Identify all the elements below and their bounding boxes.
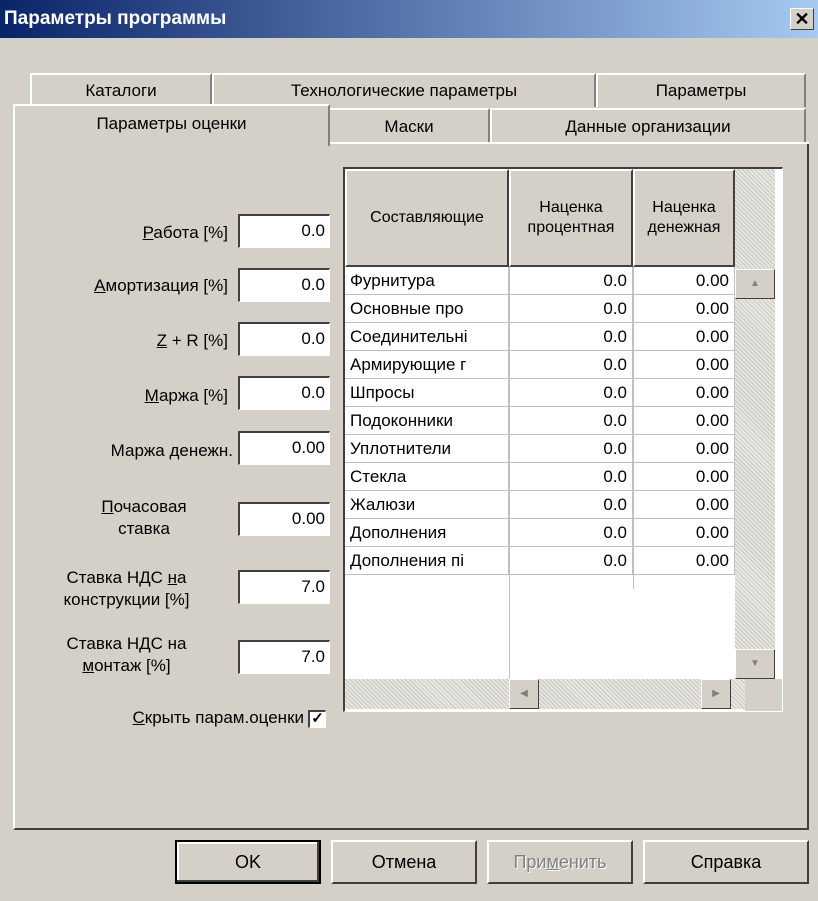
pochas-label: Почасовая ставка xyxy=(101,497,187,538)
hide-params-label: Скрыть парам.оценки xyxy=(132,708,304,727)
zr-label: Z + R [%] xyxy=(156,331,228,350)
rabota-input[interactable]: 0.0 xyxy=(238,214,330,248)
cell-component[interactable]: Уплотнители xyxy=(345,435,509,462)
tab-org-data[interactable]: Данные организации xyxy=(490,108,806,144)
tab-label: Параметры xyxy=(655,81,747,100)
col-header-money[interactable]: Наценка денежная xyxy=(633,169,735,267)
cell-money[interactable]: 0.00 xyxy=(633,351,735,378)
table-body: Фурнитура 0.0 0.00 Основные про 0.0 0.00 Соеди… xyxy=(345,267,735,575)
cell-percent[interactable]: 0.0 xyxy=(509,435,633,462)
tab-katalogi[interactable]: Каталоги xyxy=(30,73,212,107)
panel-top-border-right xyxy=(328,142,809,144)
close-button[interactable]: ✕ xyxy=(790,8,814,30)
cell-money[interactable]: 0.00 xyxy=(633,519,735,546)
table-row[interactable]: Жалюзи 0.0 0.00 xyxy=(345,491,735,519)
scroll-left-icon[interactable]: ◀ xyxy=(509,679,539,709)
help-button[interactable]: Справка xyxy=(643,840,809,884)
cell-percent[interactable]: 0.0 xyxy=(509,267,633,294)
cell-percent[interactable]: 0.0 xyxy=(509,295,633,322)
tab-label: Параметры оценки xyxy=(96,114,247,133)
cell-component[interactable]: Подоконники xyxy=(345,407,509,434)
marzha-input[interactable]: 0.0 xyxy=(238,376,330,410)
cell-percent[interactable]: 0.0 xyxy=(509,351,633,378)
table-row[interactable]: Шпросы 0.0 0.00 xyxy=(345,379,735,407)
col-header-percent[interactable]: Наценка процентная xyxy=(509,169,633,267)
table-row[interactable]: Стекла 0.0 0.00 xyxy=(345,463,735,491)
marzha-den-label: Маржа денежн. xyxy=(110,441,233,460)
marzha-label: Маржа [%] xyxy=(144,386,228,405)
cell-money[interactable]: 0.00 xyxy=(633,323,735,350)
cell-percent[interactable]: 0.0 xyxy=(509,519,633,546)
tab-tech-params[interactable]: Технологические параметры xyxy=(212,73,596,107)
scroll-down-icon[interactable]: ▼ xyxy=(735,649,775,679)
cell-money[interactable]: 0.00 xyxy=(633,407,735,434)
cell-component[interactable]: Фурнитура xyxy=(345,267,509,294)
tab-masks[interactable]: Маски xyxy=(328,108,490,144)
table-row[interactable]: Фурнитура 0.0 0.00 xyxy=(345,267,735,295)
cell-money[interactable]: 0.00 xyxy=(633,379,735,406)
cell-component[interactable]: Дополнения пі xyxy=(345,547,509,574)
nds-montazh-input[interactable]: 7.0 xyxy=(238,640,330,674)
cell-component[interactable]: Стекла xyxy=(345,463,509,490)
scroll-corner xyxy=(745,679,782,711)
cell-component[interactable]: Жалюзи xyxy=(345,491,509,518)
nds-montazh-label: Ставка НДС на монтаж [%] xyxy=(66,634,187,675)
cell-percent[interactable]: 0.0 xyxy=(509,323,633,350)
cell-money[interactable]: 0.00 xyxy=(633,463,735,490)
horizontal-scrollbar[interactable]: ◀ ▶ xyxy=(345,679,745,709)
title-bar: Параметры программы ✕ xyxy=(0,0,818,38)
cell-money[interactable]: 0.00 xyxy=(633,547,735,574)
window-title: Параметры программы xyxy=(4,8,227,29)
table-row[interactable]: Основные про 0.0 0.00 xyxy=(345,295,735,323)
cell-component[interactable]: Дополнения xyxy=(345,519,509,546)
table-row[interactable]: Дополнения 0.0 0.00 xyxy=(345,519,735,547)
vertical-scrollbar[interactable]: ▲ ▼ xyxy=(735,169,775,689)
table-row[interactable]: Армирующие г 0.0 0.00 xyxy=(345,351,735,379)
marzha-den-input[interactable]: 0.00 xyxy=(238,431,330,465)
nds-konstr-input[interactable]: 7.0 xyxy=(238,570,330,604)
zr-input[interactable]: 0.0 xyxy=(238,322,330,356)
cell-component[interactable]: Основные про xyxy=(345,295,509,322)
amort-label: Амортизация [%] xyxy=(94,276,228,295)
cell-percent[interactable]: 0.0 xyxy=(509,491,633,518)
tab-label: Каталоги xyxy=(85,81,157,100)
tab-label: Данные организации xyxy=(565,117,731,136)
table-row[interactable]: Подоконники 0.0 0.00 xyxy=(345,407,735,435)
apply-button[interactable]: Применить xyxy=(487,840,633,884)
cell-component[interactable]: Соединительні xyxy=(345,323,509,350)
table-row[interactable]: Уплотнители 0.0 0.00 xyxy=(345,435,735,463)
cell-component[interactable]: Шпросы xyxy=(345,379,509,406)
markup-table: Составляющие Наценка процентная Наценка … xyxy=(343,167,783,712)
tab-label: Маски xyxy=(384,117,434,136)
scroll-right-icon[interactable]: ▶ xyxy=(701,679,731,709)
nds-konstr-label: Ставка НДС на конструкции [%] xyxy=(63,568,190,609)
pochas-input[interactable]: 0.00 xyxy=(238,502,330,536)
rabota-label: Работа [%] xyxy=(142,223,228,242)
cell-money[interactable]: 0.00 xyxy=(633,435,735,462)
col-header-components[interactable]: Составляющие xyxy=(345,169,509,267)
cell-percent[interactable]: 0.0 xyxy=(509,547,633,574)
table-row[interactable]: Соединительні 0.0 0.00 xyxy=(345,323,735,351)
cell-percent[interactable]: 0.0 xyxy=(509,463,633,490)
cell-component[interactable]: Армирующие г xyxy=(345,351,509,378)
cell-money[interactable]: 0.00 xyxy=(633,491,735,518)
tab-estimate-params[interactable]: Параметры оценки xyxy=(13,104,330,146)
ok-button[interactable]: OK xyxy=(175,840,321,884)
scroll-up-icon[interactable]: ▲ xyxy=(735,269,775,299)
cell-percent[interactable]: 0.0 xyxy=(509,379,633,406)
tab-params[interactable]: Параметры xyxy=(596,73,806,107)
cell-percent[interactable]: 0.0 xyxy=(509,407,633,434)
cancel-button[interactable]: Отмена xyxy=(331,840,477,884)
table-row[interactable]: Дополнения пі 0.0 0.00 xyxy=(345,547,735,575)
cell-money[interactable]: 0.00 xyxy=(633,295,735,322)
cell-money[interactable]: 0.00 xyxy=(633,267,735,294)
amort-input[interactable]: 0.0 xyxy=(238,268,330,302)
tab-label: Технологические параметры xyxy=(290,81,518,100)
hide-params-checkbox[interactable]: ✓ xyxy=(308,710,326,728)
